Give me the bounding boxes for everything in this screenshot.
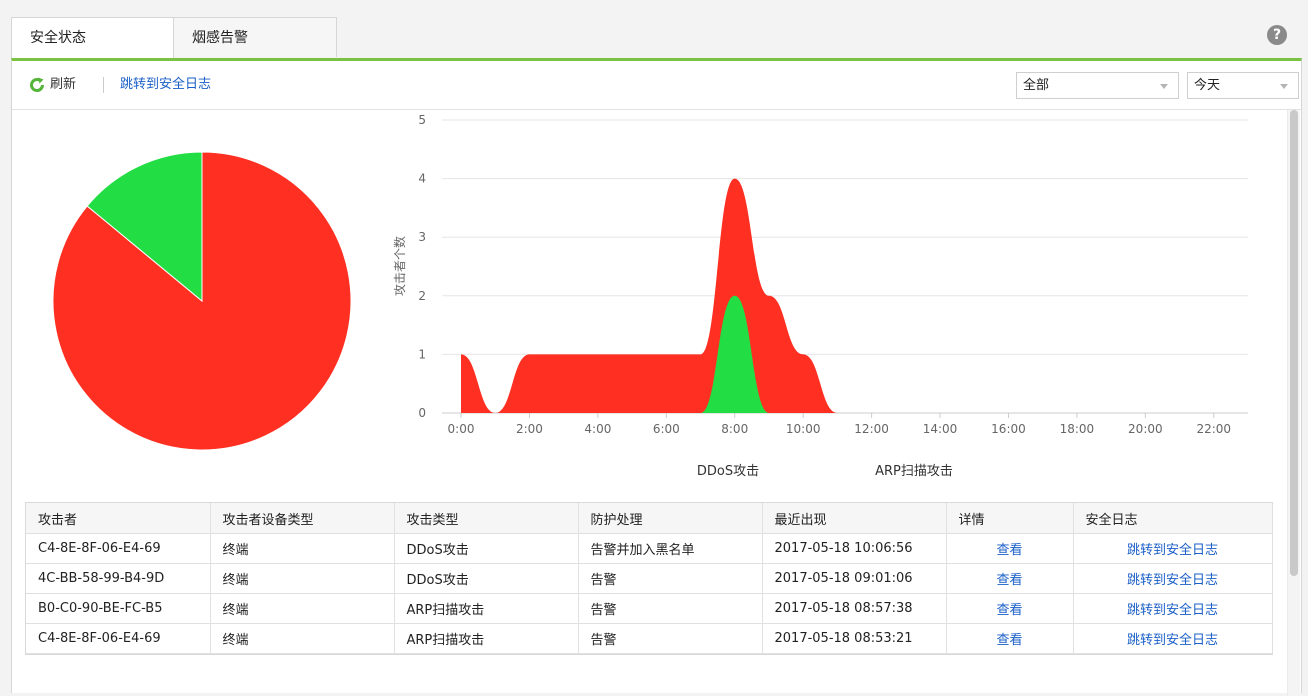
security-log-cell: 跳转到安全日志 — [1073, 623, 1273, 654]
attack-type: ARP扫描攻击 — [394, 623, 579, 654]
table-row: B0-C0-90-BE-FC-B5 终端 ARP扫描攻击 告警 2017-05-… — [26, 593, 1273, 624]
security-log-cell: 跳转到安全日志 — [1073, 593, 1273, 624]
chevron-down-icon — [1280, 84, 1288, 89]
security-log-cell: 跳转到安全日志 — [1073, 563, 1273, 594]
y-tick-label: 1 — [418, 347, 426, 361]
chart-area: 0 1 2 3 4 5 攻击者个数 0:00 2:00 4:00 6:00 8:00 10:00 12:0… — [12, 110, 1282, 505]
last-seen: 2017-05-18 10:06:56 — [762, 533, 947, 564]
details-cell: 查看 — [946, 563, 1074, 594]
attacker-mac: B0-C0-90-BE-FC-B5 — [26, 593, 211, 624]
row-security-log-link[interactable]: 跳转到安全日志 — [1127, 573, 1218, 588]
view-details-link[interactable]: 查看 — [996, 573, 1022, 588]
x-tick-label: 4:00 — [584, 422, 611, 436]
row-security-log-link[interactable]: 跳转到安全日志 — [1127, 543, 1218, 558]
attack-type: DDoS攻击 — [394, 533, 579, 564]
protection-action: 告警 — [578, 563, 763, 594]
security-log-cell: 跳转到安全日志 — [1073, 533, 1273, 564]
view-details-link[interactable]: 查看 — [996, 543, 1022, 558]
protection-action: 告警并加入黑名单 — [578, 533, 763, 564]
y-tick-label: 2 — [418, 289, 426, 303]
x-tick-label: 16:00 — [991, 422, 1026, 436]
last-seen: 2017-05-18 08:57:38 — [762, 593, 947, 624]
attack-type-select[interactable]: 全部 — [1016, 72, 1179, 99]
row-security-log-link[interactable]: 跳转到安全日志 — [1127, 633, 1218, 648]
table-row: 4C-BB-58-99-B4-9D 终端 DDoS攻击 告警 2017-05-1… — [26, 563, 1273, 594]
y-tick-label: 3 — [418, 230, 426, 244]
legend-item: ARP扫描攻击 — [875, 464, 953, 479]
device-type: 终端 — [210, 563, 395, 594]
x-tick-label: 14:00 — [923, 422, 958, 436]
last-seen: 2017-05-18 09:01:06 — [762, 563, 947, 594]
device-type: 终端 — [210, 623, 395, 654]
time-range-select[interactable]: 今天 — [1187, 72, 1299, 99]
tab-security-status[interactable]: 安全状态 — [11, 17, 174, 59]
chevron-down-icon — [1160, 84, 1168, 89]
attacker-table: 攻击者 攻击者设备类型 攻击类型 防护处理 最近出现 详情 安全日志 C4-8E… — [25, 502, 1273, 655]
y-axis-label: 攻击者个数 — [392, 236, 407, 296]
scrollbar[interactable] — [1287, 110, 1300, 696]
x-tick-label: 0:00 — [448, 422, 475, 436]
column-header-device-type: 攻击者设备类型 — [210, 503, 395, 534]
column-header-last-seen: 最近出现 — [762, 503, 947, 534]
main-panel: 刷新 跳转到安全日志 全部 今天 0 1 2 3 4 5 攻击者个数 0:00 2:00 4:00… — [11, 58, 1302, 696]
attack-type: DDoS攻击 — [394, 563, 579, 594]
toolbar-divider — [103, 77, 104, 93]
details-cell: 查看 — [946, 593, 1074, 624]
protection-action: 告警 — [578, 593, 763, 624]
table-row: C4-8E-8F-06-E4-69 终端 DDoS攻击 告警并加入黑名单 201… — [26, 533, 1273, 564]
column-header-attacker: 攻击者 — [26, 503, 211, 534]
x-tick-label: 12:00 — [854, 422, 889, 436]
tab-smoke-alarm[interactable]: 烟感告警 — [173, 17, 337, 57]
toolbar: 刷新 跳转到安全日志 全部 今天 — [12, 61, 1301, 110]
scrollbar-thumb[interactable] — [1290, 110, 1298, 576]
details-cell: 查看 — [946, 533, 1074, 564]
column-header-protection: 防护处理 — [578, 503, 763, 534]
x-tick-label: 2:00 — [516, 422, 543, 436]
view-details-link[interactable]: 查看 — [996, 603, 1022, 618]
column-header-details: 详情 — [946, 503, 1074, 534]
chart-canvas: 0 1 2 3 4 5 攻击者个数 0:00 2:00 4:00 6:00 8:00 10:00 12:0… — [52, 113, 1248, 479]
tab-bar: 安全状态 烟感告警 ? — [0, 0, 1308, 60]
protection-action: 告警 — [578, 623, 763, 654]
x-tick-label: 8:00 — [721, 422, 748, 436]
view-details-link[interactable]: 查看 — [996, 633, 1022, 648]
attacker-mac: C4-8E-8F-06-E4-69 — [26, 533, 211, 564]
legend-item: DDoS攻击 — [697, 464, 759, 479]
row-security-log-link[interactable]: 跳转到安全日志 — [1127, 603, 1218, 618]
y-tick-label: 5 — [418, 113, 426, 127]
jump-to-security-log-link[interactable]: 跳转到安全日志 — [120, 74, 211, 96]
device-type: 终端 — [210, 593, 395, 624]
x-tick-label: 22:00 — [1196, 422, 1231, 436]
last-seen: 2017-05-18 08:53:21 — [762, 623, 947, 654]
help-icon[interactable]: ? — [1267, 25, 1287, 45]
y-tick-label: 4 — [418, 172, 426, 186]
refresh-icon — [30, 77, 44, 92]
x-tick-label: 20:00 — [1128, 422, 1163, 436]
x-tick-label: 18:00 — [1060, 422, 1095, 436]
attacker-mac: 4C-BB-58-99-B4-9D — [26, 563, 211, 594]
attack-type-select-value: 全部 — [1023, 78, 1050, 93]
table-header-row: 攻击者 攻击者设备类型 攻击类型 防护处理 最近出现 详情 安全日志 — [26, 503, 1273, 534]
x-tick-label: 10:00 — [786, 422, 821, 436]
table-row: C4-8E-8F-06-E4-69 终端 ARP扫描攻击 告警 2017-05-… — [26, 623, 1273, 654]
attack-type: ARP扫描攻击 — [394, 593, 579, 624]
x-tick-label: 6:00 — [653, 422, 680, 436]
time-range-select-value: 今天 — [1194, 78, 1221, 93]
column-header-security-log: 安全日志 — [1073, 503, 1273, 534]
details-cell: 查看 — [946, 623, 1074, 654]
attacker-mac: C4-8E-8F-06-E4-69 — [26, 623, 211, 654]
device-type: 终端 — [210, 533, 395, 564]
refresh-button[interactable]: 刷新 — [29, 74, 76, 96]
y-tick-label: 0 — [418, 406, 426, 420]
column-header-attack-type: 攻击类型 — [394, 503, 579, 534]
refresh-label: 刷新 — [50, 77, 77, 92]
